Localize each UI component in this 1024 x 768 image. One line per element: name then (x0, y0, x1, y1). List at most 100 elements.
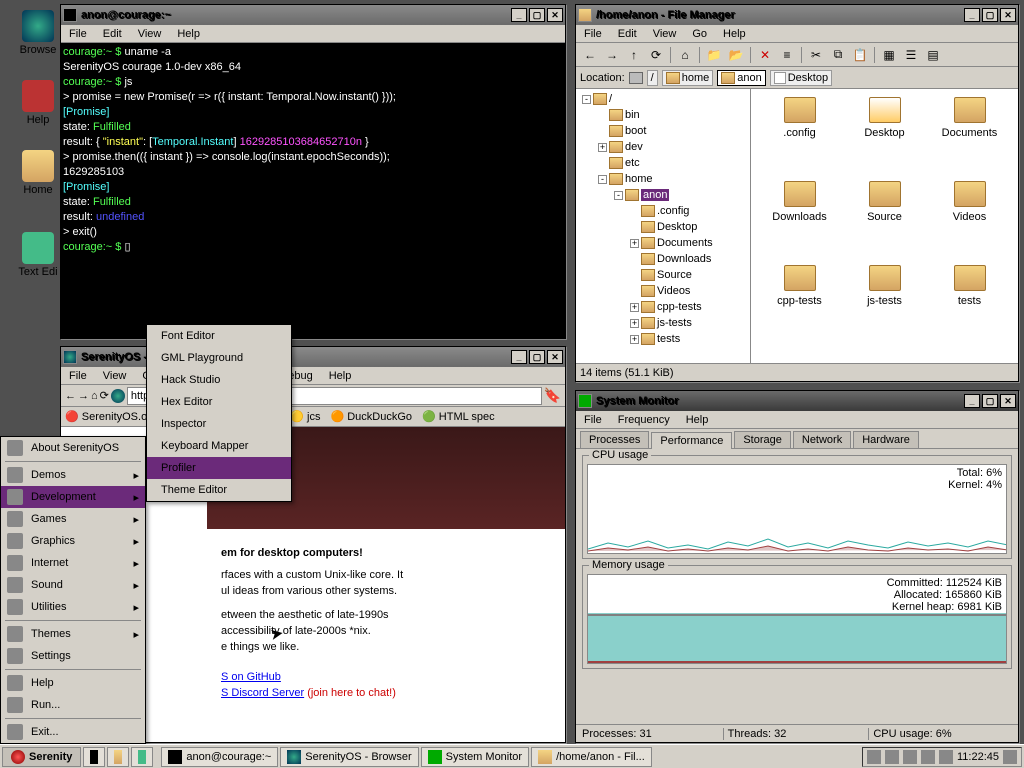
start-item[interactable]: Run... (1, 694, 145, 716)
start-item[interactable]: Exit... (1, 721, 145, 743)
tree-node[interactable]: +js-tests (578, 315, 748, 331)
start-item[interactable]: Themes▸ (1, 623, 145, 645)
desktop-icon-browse[interactable]: Browse (10, 10, 66, 56)
browser-titlebar[interactable]: SerenityOS - Browser _▢✕ (61, 347, 565, 367)
bm-serenity[interactable]: 🔴 SerenityOS.org (65, 410, 157, 423)
desktop-icon-home[interactable]: Home (10, 150, 66, 196)
view-icons-button[interactable]: ▦ (879, 45, 899, 65)
folder-item[interactable]: Documents (929, 97, 1010, 177)
start-item[interactable]: Utilities▸ (1, 596, 145, 618)
menu-view[interactable]: View (99, 369, 131, 383)
tree-node[interactable]: etc (578, 155, 748, 171)
start-item[interactable]: Help (1, 672, 145, 694)
path-anon[interactable]: anon (717, 70, 765, 86)
tree-node[interactable]: bin (578, 107, 748, 123)
delete-button[interactable]: ✕ (755, 45, 775, 65)
task-sysmon[interactable]: System Monitor (421, 747, 529, 767)
desktop-icon-help[interactable]: Help (10, 80, 66, 126)
quick-editor[interactable] (131, 747, 153, 767)
minimize-button[interactable]: _ (511, 8, 527, 22)
tray-icon[interactable] (903, 750, 917, 764)
menu-file[interactable]: File (65, 27, 91, 41)
submenu-item[interactable]: Theme Editor (147, 479, 291, 501)
terminal-titlebar[interactable]: anon@courage:~ _▢✕ (61, 5, 565, 25)
task-browser[interactable]: SerenityOS - Browser (280, 747, 418, 767)
folder-item[interactable]: js-tests (844, 265, 925, 345)
menu-go[interactable]: Go (688, 27, 711, 41)
discord-link[interactable]: S Discord Server (221, 687, 304, 699)
forward-button[interactable]: → (78, 390, 89, 402)
github-link[interactable]: S on GitHub (221, 671, 281, 683)
tree-node[interactable]: Source (578, 267, 748, 283)
view-details-button[interactable]: ▤ (923, 45, 943, 65)
menu-help[interactable]: Help (719, 27, 750, 41)
tray-calendar-icon[interactable] (1003, 750, 1017, 764)
start-item[interactable]: Games▸ (1, 508, 145, 530)
home-button[interactable]: ⌂ (675, 45, 695, 65)
menu-help[interactable]: Help (325, 369, 356, 383)
quick-filemgr[interactable] (107, 747, 129, 767)
terminal-output[interactable]: courage:~ $ uname -aSerenityOS courage 1… (61, 43, 565, 338)
open-button[interactable]: 📂 (726, 45, 746, 65)
properties-button[interactable]: ≡ (777, 45, 797, 65)
desktop-icon-texteditor[interactable]: Text Edi (10, 232, 66, 278)
quick-terminal[interactable] (83, 747, 105, 767)
menu-help[interactable]: Help (173, 27, 204, 41)
back-button[interactable]: ← (65, 390, 76, 402)
folder-item[interactable]: tests (929, 265, 1010, 345)
folder-item[interactable]: Downloads (759, 181, 840, 261)
folder-item[interactable]: .config (759, 97, 840, 177)
submenu-item[interactable]: Profiler (147, 457, 291, 479)
start-item[interactable]: Demos▸ (1, 464, 145, 486)
tab-storage[interactable]: Storage (734, 431, 791, 448)
path-root[interactable]: / (647, 70, 658, 86)
menu-edit[interactable]: Edit (614, 27, 641, 41)
tray-icon[interactable] (885, 750, 899, 764)
bookmark-icon[interactable]: 🔖 (544, 387, 561, 404)
minimize-button[interactable]: _ (964, 394, 980, 408)
home-button[interactable]: ⌂ (91, 390, 98, 402)
tree-node[interactable]: boot (578, 123, 748, 139)
tree-node[interactable]: +Documents (578, 235, 748, 251)
start-item[interactable]: Sound▸ (1, 574, 145, 596)
menu-frequency[interactable]: Frequency (614, 413, 674, 427)
copy-button[interactable]: ⧉ (828, 45, 848, 65)
task-terminal[interactable]: anon@courage:~ (161, 747, 278, 767)
submenu-item[interactable]: Hack Studio (147, 369, 291, 391)
submenu-item[interactable]: GML Playground (147, 347, 291, 369)
menu-file[interactable]: File (580, 413, 606, 427)
paste-button[interactable]: 📋 (850, 45, 870, 65)
submenu-item[interactable]: Hex Editor (147, 391, 291, 413)
menu-help[interactable]: Help (682, 413, 713, 427)
tree-node[interactable]: +tests (578, 331, 748, 347)
close-button[interactable]: ✕ (1000, 394, 1016, 408)
refresh-button[interactable]: ⟳ (646, 45, 666, 65)
tree-node[interactable]: Desktop (578, 219, 748, 235)
minimize-button[interactable]: _ (511, 350, 527, 364)
taskbar-clock[interactable]: 11:22:45 (957, 751, 999, 763)
new-folder-button[interactable]: 📁 (704, 45, 724, 65)
tree-node[interactable]: Videos (578, 283, 748, 299)
start-item[interactable]: Internet▸ (1, 552, 145, 574)
start-item[interactable]: About SerenityOS (1, 437, 145, 459)
menu-file[interactable]: File (580, 27, 606, 41)
start-item[interactable]: Graphics▸ (1, 530, 145, 552)
close-button[interactable]: ✕ (1000, 8, 1016, 22)
tree-node[interactable]: -anon (578, 187, 748, 203)
tree-node[interactable]: -/ (578, 91, 748, 107)
menu-file[interactable]: File (65, 369, 91, 383)
menu-view[interactable]: View (649, 27, 681, 41)
maximize-button[interactable]: ▢ (982, 394, 998, 408)
tree-node[interactable]: -home (578, 171, 748, 187)
close-button[interactable]: ✕ (547, 8, 563, 22)
submenu-item[interactable]: Font Editor (147, 325, 291, 347)
tab-hardware[interactable]: Hardware (853, 431, 919, 448)
reload-button[interactable]: ⟳ (100, 389, 109, 402)
tab-network[interactable]: Network (793, 431, 851, 448)
up-button[interactable]: ↑ (624, 45, 644, 65)
menu-edit[interactable]: Edit (99, 27, 126, 41)
folder-icon-view[interactable]: .configDesktopDocumentsDownloadsSourceVi… (751, 89, 1018, 363)
tree-node[interactable]: .config (578, 203, 748, 219)
folder-tree[interactable]: -/binboot+devetc-home-anon.configDesktop… (576, 89, 751, 363)
path-desktop[interactable]: Desktop (770, 70, 832, 86)
